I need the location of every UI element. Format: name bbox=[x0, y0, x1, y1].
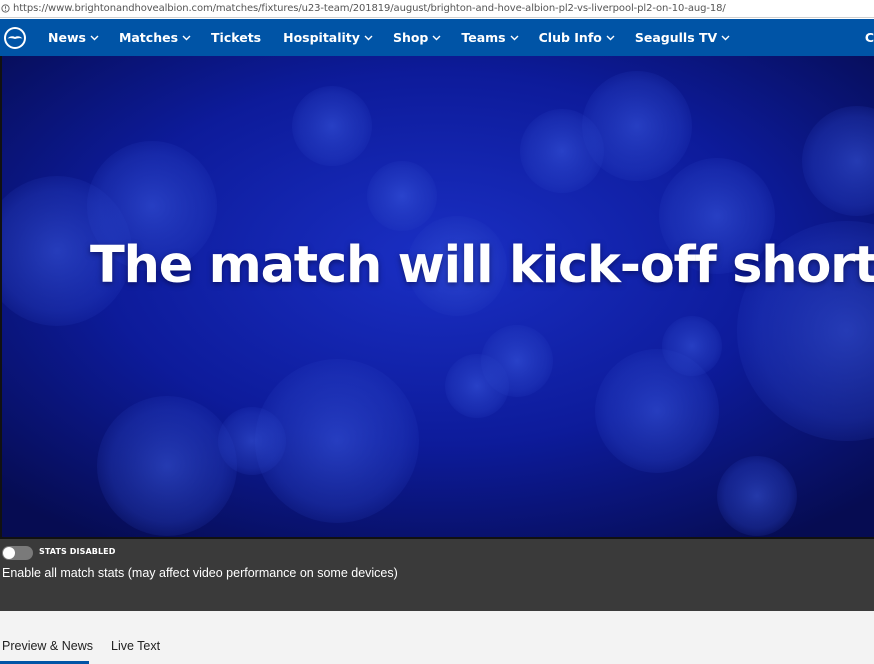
nav-item-club-info[interactable]: Club Info bbox=[539, 30, 615, 45]
nav-item-shop[interactable]: Shop bbox=[393, 30, 441, 45]
bokeh-background bbox=[2, 56, 874, 537]
content-tabs: Preview & News Live Text bbox=[0, 611, 874, 664]
chevron-down-icon bbox=[90, 35, 99, 41]
nav-item-matches[interactable]: Matches bbox=[119, 30, 191, 45]
main-navigation: News Matches Tickets Hospitality Shop Te… bbox=[0, 19, 874, 56]
stats-description: Enable all match stats (may affect video… bbox=[2, 566, 398, 580]
toggle-knob bbox=[3, 547, 15, 559]
stats-panel: STATS DISABLED Enable all match stats (m… bbox=[0, 539, 874, 611]
nav-item-hospitality[interactable]: Hospitality bbox=[283, 30, 373, 45]
tab-preview-news[interactable]: Preview & News bbox=[2, 639, 93, 653]
nav-item-label: Shop bbox=[392, 30, 429, 45]
site-info-icon[interactable] bbox=[1, 4, 10, 13]
chevron-down-icon bbox=[721, 35, 730, 41]
chevron-down-icon bbox=[510, 35, 519, 41]
chevron-down-icon bbox=[606, 35, 615, 41]
video-player[interactable]: The match will kick-off shortly bbox=[0, 56, 874, 539]
nav-item-label: News bbox=[48, 30, 86, 45]
club-crest-logo[interactable] bbox=[2, 25, 28, 51]
chevron-down-icon bbox=[432, 35, 441, 41]
nav-item-teams[interactable]: Teams bbox=[461, 30, 519, 45]
nav-item-label: Seagulls TV bbox=[634, 30, 718, 45]
nav-item-label: Matches bbox=[118, 30, 179, 45]
nav-item-label: Teams bbox=[461, 30, 506, 45]
chevron-down-icon bbox=[364, 35, 373, 41]
nav-item-news[interactable]: News bbox=[48, 30, 99, 45]
chevron-down-icon bbox=[182, 35, 191, 41]
kickoff-message: The match will kick-off shortly bbox=[90, 236, 874, 295]
stats-status-label: STATS DISABLED bbox=[39, 547, 116, 556]
address-bar[interactable]: https://www.brightonandhovealbion.com/ma… bbox=[0, 0, 874, 18]
nav-item-truncated[interactable]: C bbox=[865, 30, 874, 45]
nav-item-label: Tickets bbox=[211, 30, 262, 45]
stats-toggle[interactable] bbox=[2, 546, 33, 560]
nav-item-seagulls-tv[interactable]: Seagulls TV bbox=[635, 30, 730, 45]
nav-item-label: Hospitality bbox=[283, 30, 360, 45]
tab-live-text[interactable]: Live Text bbox=[111, 639, 160, 653]
nav-item-tickets[interactable]: Tickets bbox=[211, 30, 261, 45]
nav-item-label: Club Info bbox=[538, 30, 602, 45]
url-text[interactable]: https://www.brightonandhovealbion.com/ma… bbox=[13, 3, 726, 14]
